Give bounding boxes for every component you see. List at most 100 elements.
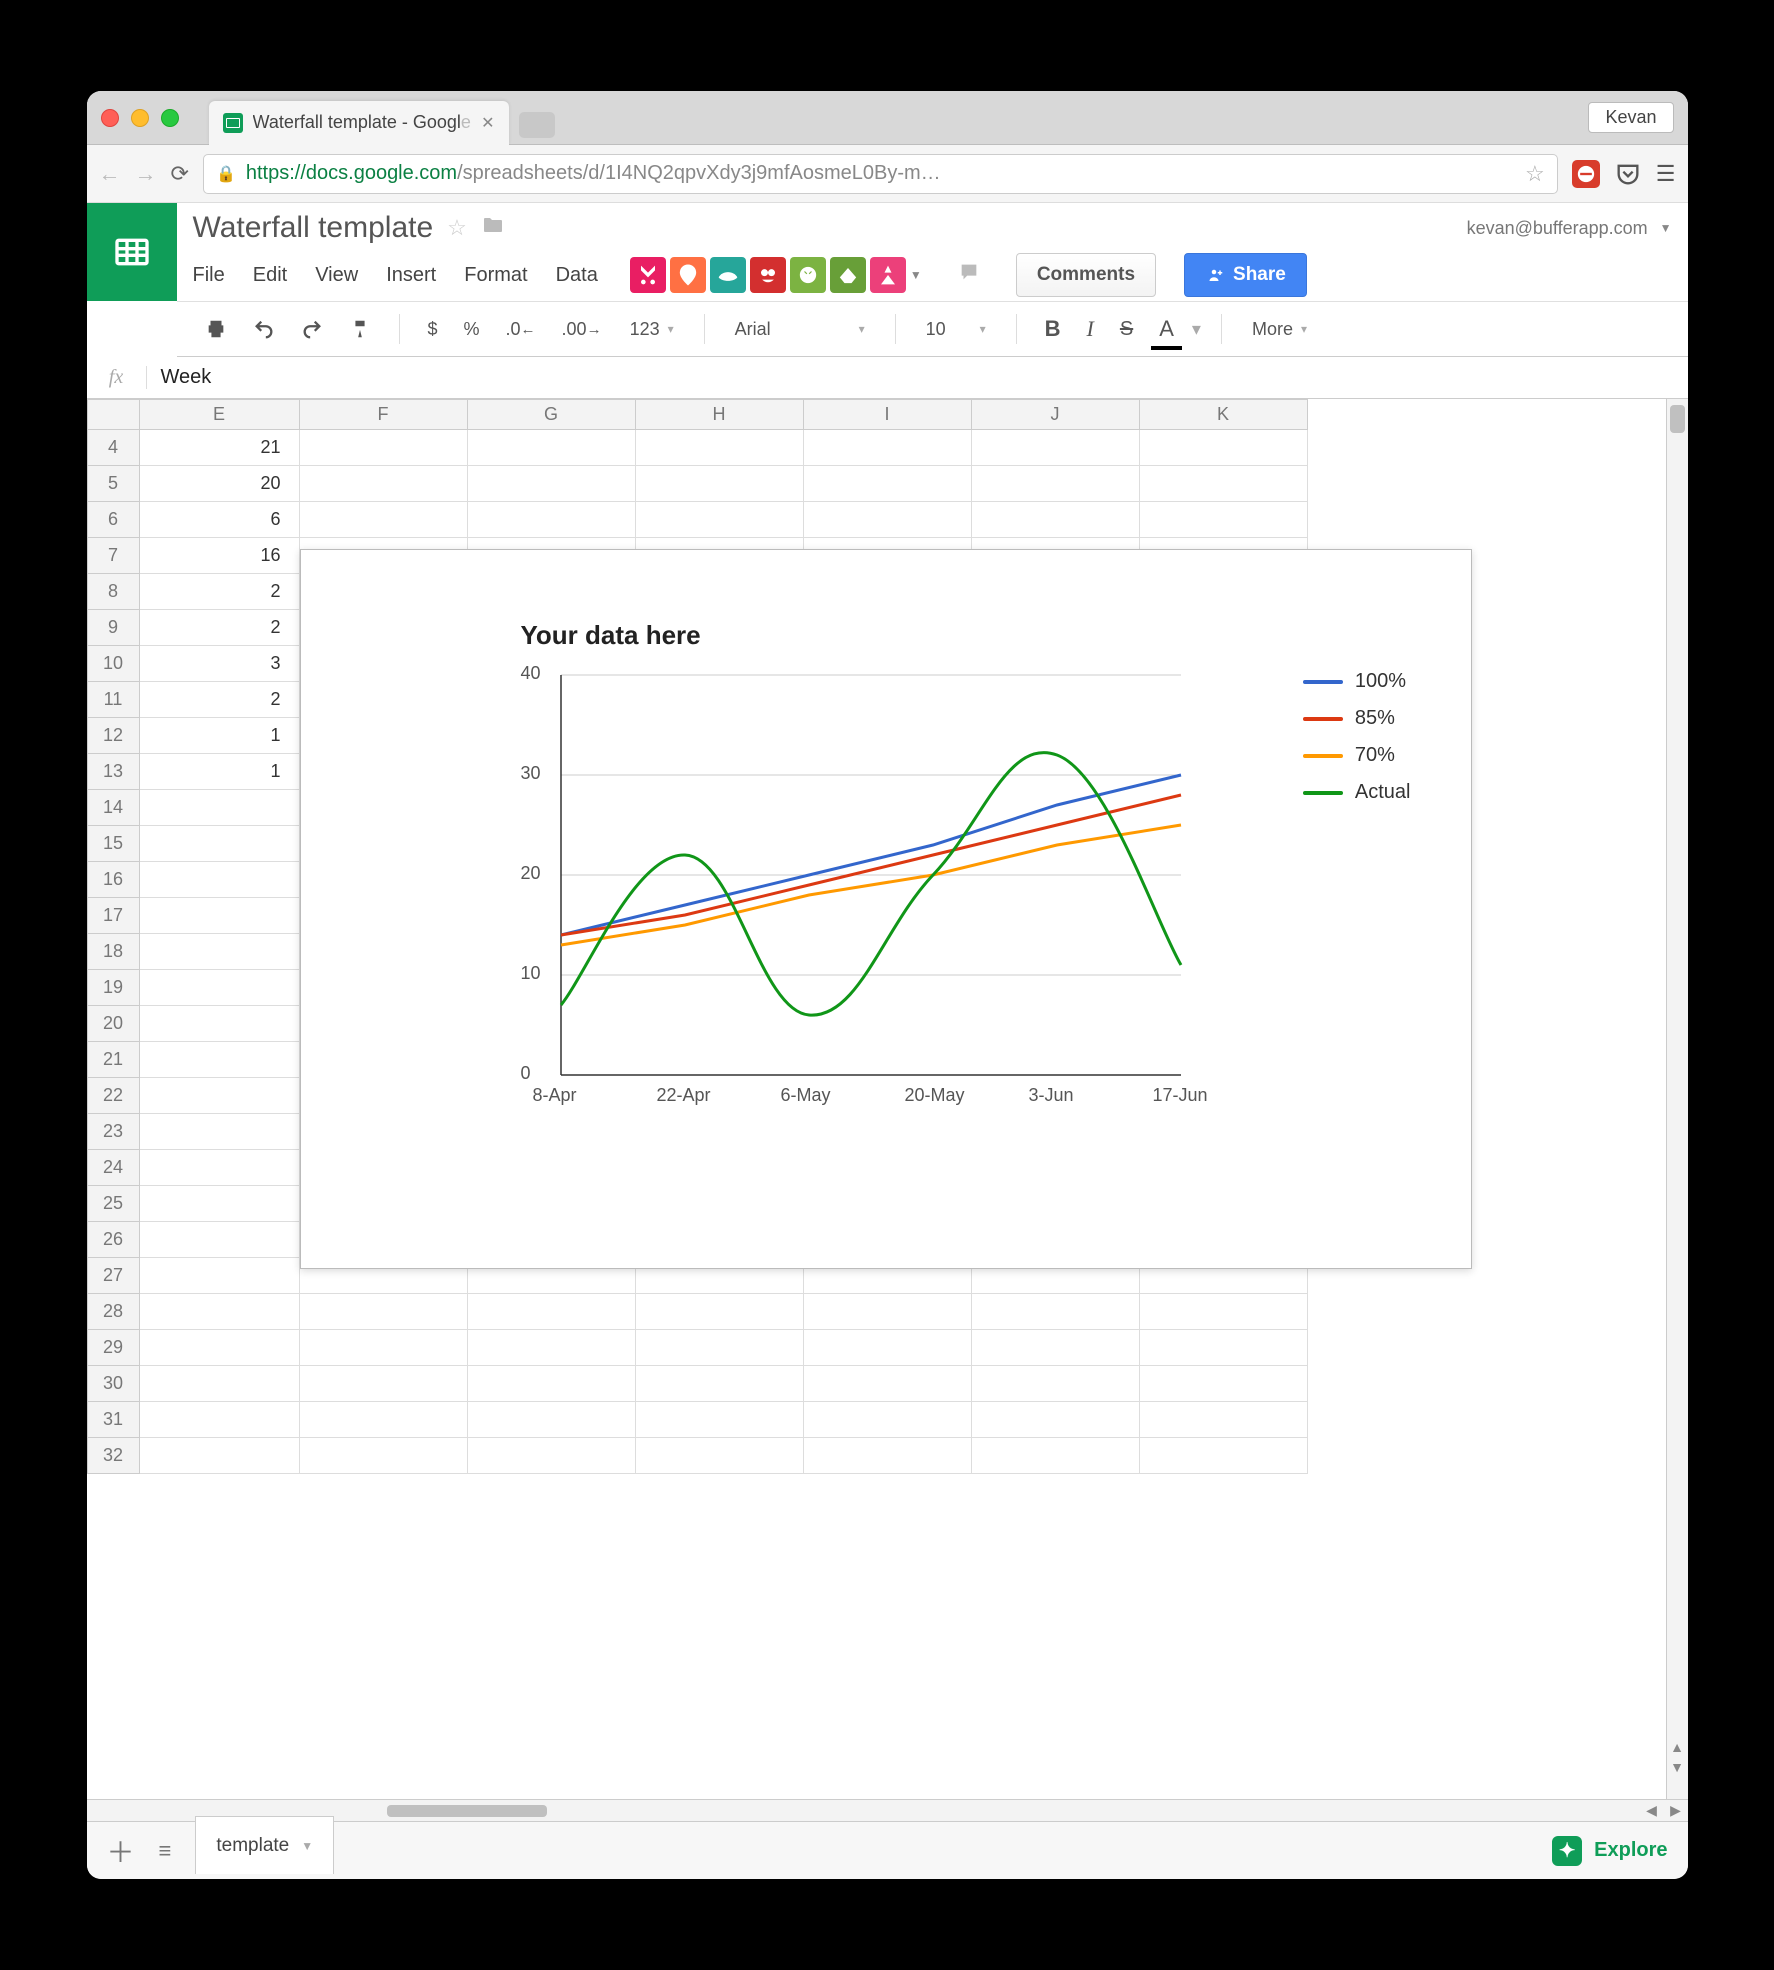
sheet-tab-template[interactable]: template ▼ [195,1816,334,1874]
vertical-scrollbar[interactable]: ▲ ▼ [1666,399,1688,1799]
cell[interactable] [803,466,971,502]
row-header[interactable]: 32 [87,1438,139,1474]
share-button[interactable]: Share [1184,253,1307,297]
cell[interactable] [139,790,299,826]
font-family-dropdown[interactable]: Arial▾ [725,313,875,346]
minimize-window-button[interactable] [131,109,149,127]
cell[interactable] [139,1258,299,1294]
cell[interactable] [971,1366,1139,1402]
cell[interactable] [299,1366,467,1402]
cell[interactable] [635,1294,803,1330]
row-header[interactable]: 17 [87,898,139,934]
column-header[interactable]: E [139,400,299,430]
row-header[interactable]: 20 [87,1006,139,1042]
cell[interactable]: 2 [139,574,299,610]
star-document-icon[interactable]: ☆ [447,215,467,241]
column-header[interactable]: J [971,400,1139,430]
scrollbar-thumb[interactable] [387,1805,547,1817]
menu-file[interactable]: File [193,264,225,287]
column-header[interactable]: G [467,400,635,430]
cell[interactable]: 20 [139,466,299,502]
row-header[interactable]: 8 [87,574,139,610]
collaborator-avatar[interactable] [750,257,786,293]
cell[interactable] [971,466,1139,502]
undo-icon[interactable] [245,312,283,346]
scroll-down-icon[interactable]: ▼ [1667,1759,1688,1775]
row-header[interactable]: 5 [87,466,139,502]
cell[interactable] [803,430,971,466]
cell[interactable] [467,1438,635,1474]
column-header[interactable]: I [803,400,971,430]
cell[interactable] [1139,430,1307,466]
cell[interactable] [803,1402,971,1438]
row-header[interactable]: 23 [87,1114,139,1150]
cell[interactable] [299,1294,467,1330]
cell[interactable]: 3 [139,646,299,682]
paint-format-icon[interactable] [341,312,379,346]
cell[interactable] [299,430,467,466]
italic-button[interactable]: I [1079,310,1102,348]
document-title[interactable]: Waterfall template [193,211,434,245]
formula-input[interactable]: Week [147,366,1688,389]
cell[interactable] [1139,1402,1307,1438]
cell[interactable] [635,466,803,502]
cell[interactable] [803,1366,971,1402]
cell[interactable] [1139,502,1307,538]
row-header[interactable]: 16 [87,862,139,898]
collaborator-avatar[interactable] [710,257,746,293]
cell[interactable] [467,430,635,466]
row-header[interactable]: 11 [87,682,139,718]
cell[interactable] [299,1330,467,1366]
comments-button[interactable]: Comments [1016,253,1156,297]
decrease-decimal-button[interactable]: .0← [498,313,544,346]
cell[interactable] [139,1222,299,1258]
cell[interactable] [1139,1438,1307,1474]
collaborator-avatar[interactable] [670,257,706,293]
menu-data[interactable]: Data [556,264,598,287]
cell[interactable] [635,430,803,466]
add-sheet-button[interactable]: ＋ [107,1831,135,1871]
browser-tab[interactable]: Waterfall template - Google ✕ [209,101,509,145]
cell[interactable] [971,1438,1139,1474]
cell[interactable] [1139,466,1307,502]
row-header[interactable]: 25 [87,1186,139,1222]
cell[interactable]: 2 [139,610,299,646]
close-tab-icon[interactable]: ✕ [481,113,494,133]
maximize-window-button[interactable] [161,109,179,127]
row-header[interactable]: 10 [87,646,139,682]
cell[interactable] [971,430,1139,466]
menu-edit[interactable]: Edit [253,264,287,287]
cell[interactable] [139,1006,299,1042]
row-header[interactable]: 30 [87,1366,139,1402]
cell[interactable] [971,1330,1139,1366]
row-header[interactable]: 24 [87,1150,139,1186]
text-color-caret-icon[interactable]: ▾ [1192,319,1201,340]
increase-decimal-button[interactable]: .00→ [554,313,610,346]
cell[interactable] [803,1294,971,1330]
cell[interactable] [467,1366,635,1402]
strikethrough-button[interactable]: S [1112,312,1141,347]
close-window-button[interactable] [101,109,119,127]
chrome-menu-icon[interactable]: ☰ [1656,161,1676,187]
cell[interactable] [971,1402,1139,1438]
cell[interactable] [467,1294,635,1330]
scroll-up-icon[interactable]: ▲ [1667,1739,1688,1755]
menu-format[interactable]: Format [464,264,527,287]
cell[interactable] [139,1078,299,1114]
cell[interactable] [299,502,467,538]
cell[interactable] [1139,1330,1307,1366]
sheets-logo-icon[interactable] [87,203,177,301]
cell[interactable] [139,862,299,898]
cell[interactable] [467,1330,635,1366]
cell[interactable] [139,1366,299,1402]
explore-button[interactable]: ✦ Explore [1552,1836,1667,1866]
cell[interactable]: 1 [139,718,299,754]
cell[interactable] [139,970,299,1006]
collaborator-avatar[interactable] [630,257,666,293]
cell[interactable] [635,1366,803,1402]
cell[interactable] [971,1294,1139,1330]
font-size-dropdown[interactable]: 10▾ [916,313,996,346]
cell[interactable] [139,1294,299,1330]
bold-button[interactable]: B [1037,310,1069,348]
cell[interactable] [635,1330,803,1366]
